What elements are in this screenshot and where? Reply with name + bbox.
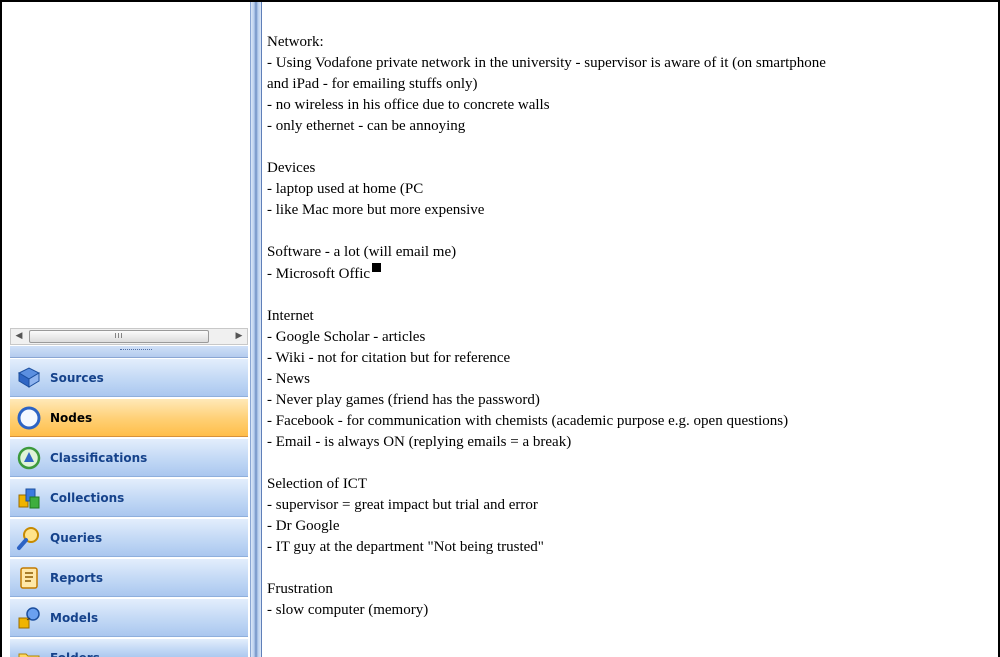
text-line: - Never play games (friend has the passw…	[267, 392, 540, 408]
collections-icon	[18, 488, 40, 509]
nav-queries-label: Queries	[50, 531, 103, 545]
text-line: - Email - is always ON (replying emails …	[267, 434, 572, 450]
section-heading: Software - a lot (will email me)	[267, 244, 457, 260]
text-line: - only ethernet - can be annoying	[267, 118, 466, 134]
pane-splitter[interactable]	[250, 2, 262, 657]
book-icon	[17, 367, 41, 388]
text-line: - Microsoft Offic	[267, 266, 371, 282]
section-heading: Frustration	[267, 581, 333, 597]
report-icon	[20, 567, 38, 589]
folder-icon	[18, 653, 40, 657]
section-heading: Network:	[267, 34, 324, 50]
text-line: - slow computer (memory)	[267, 602, 429, 618]
classification-icon	[17, 446, 41, 470]
models-icon	[18, 607, 40, 629]
section-heading: Internet	[267, 308, 314, 324]
scroll-left-arrow-icon[interactable]: ◀	[11, 329, 27, 344]
nav-models-label: Models	[50, 611, 99, 625]
scroll-thumb[interactable]: III	[29, 330, 209, 343]
navigation-buttons: Sources Nodes Classifications Collection…	[10, 359, 248, 657]
nav-classifications-button[interactable]: Classifications	[10, 439, 248, 477]
nav-classifications-label: Classifications	[50, 451, 148, 465]
nav-reports-button[interactable]: Reports	[10, 559, 248, 597]
nav-queries-button[interactable]: Queries	[10, 519, 248, 557]
text-line: - Wiki - not for citation but for refere…	[267, 350, 511, 366]
section-heading: Devices	[267, 160, 316, 176]
nav-nodes-button[interactable]: Nodes	[10, 399, 248, 437]
text-line: - Dr Google	[267, 518, 340, 534]
app-window: ◀ III ▶ Sources Nodes Classifications Co…	[0, 0, 1000, 657]
document-text-area[interactable]: Network: - Using Vodafone private networ…	[267, 32, 997, 621]
horizontal-scrollbar[interactable]: ◀ III ▶	[10, 328, 248, 345]
nav-collections-label: Collections	[50, 491, 125, 505]
text-line: - IT guy at the department "Not being tr…	[267, 539, 544, 555]
text-line: - Facebook - for communication with chem…	[267, 413, 789, 429]
navigation-pane: ◀ III ▶ Sources Nodes Classifications Co…	[2, 2, 254, 657]
text-line: - no wireless in his office due to concr…	[267, 97, 550, 113]
pane-resize-grip[interactable]	[10, 346, 248, 358]
text-line: - like Mac more but more expensive	[267, 202, 485, 218]
text-line: - Using Vodafone private network in the …	[267, 55, 826, 71]
text-cursor-icon	[372, 263, 382, 272]
text-line-with-cursor: - Microsoft Offic	[267, 263, 997, 285]
text-line: - supervisor = great impact but trial an…	[267, 497, 538, 513]
nav-sources-button[interactable]: Sources	[10, 359, 248, 397]
section-heading: Selection of ICT	[267, 476, 367, 492]
text-line: - laptop used at home (PC	[267, 181, 424, 197]
nav-nodes-label: Nodes	[50, 411, 93, 425]
nav-folders-button[interactable]: Folders	[10, 639, 248, 657]
nav-collections-button[interactable]: Collections	[10, 479, 248, 517]
text-line: and iPad - for emailing stuffs only)	[267, 76, 478, 92]
scroll-right-arrow-icon[interactable]: ▶	[231, 329, 247, 344]
nav-models-button[interactable]: Models	[10, 599, 248, 637]
nav-folders-label: Folders	[50, 639, 100, 657]
nav-sources-label: Sources	[50, 371, 104, 385]
magnifier-icon	[17, 527, 39, 550]
text-line: - Google Scholar - articles	[267, 329, 426, 345]
circle-node-icon	[17, 406, 41, 430]
text-line: - News	[267, 371, 310, 387]
nav-reports-label: Reports	[50, 571, 104, 585]
